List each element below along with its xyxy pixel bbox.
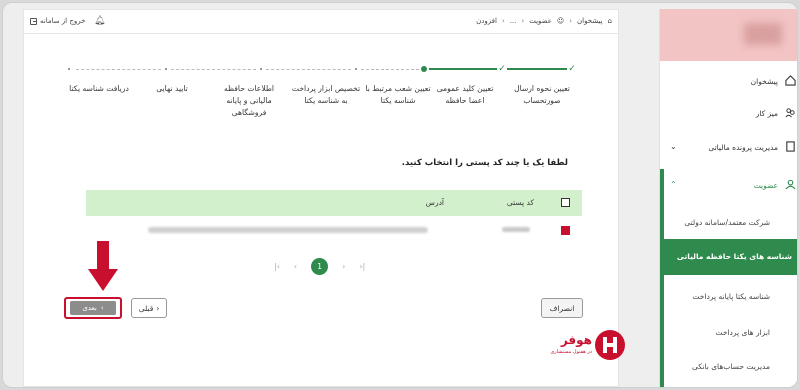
step-label-4: تخصیص ابزار پرداخت به شناسه یکتا: [291, 84, 361, 105]
sidebar-subitem-bank-accounts[interactable]: مدیریت حساب‌های بانکی: [660, 349, 797, 385]
prev-button[interactable]: قبلی ›: [131, 298, 167, 318]
logout-button[interactable]: خروج از سامانه: [30, 17, 85, 25]
step-connector: [266, 69, 351, 70]
stepper: ✓ ✓: [64, 64, 604, 76]
step-check-icon: ✓: [498, 64, 506, 74]
sidebar-subitem-payment-tools[interactable]: ابزار های پرداخت: [660, 315, 797, 351]
sidebar-header-redacted: [660, 9, 797, 61]
sidebar-item-label: میز کار: [755, 109, 778, 118]
user-icon: [785, 179, 796, 190]
row-checkbox[interactable]: [561, 226, 570, 235]
step-connector: [361, 69, 419, 70]
chevron-up-icon: ⌃: [670, 180, 677, 189]
last-page-icon[interactable]: ›|: [359, 262, 365, 271]
step-label-6: تایید نهایی: [156, 84, 188, 93]
step-connector: [429, 68, 497, 70]
app-window: خروج از سامانه 🔔︎ ⌂ پیشخوان ‹ ☺ عضویت ‹ …: [2, 2, 798, 388]
prev-page-icon[interactable]: ‹: [294, 262, 297, 271]
step-pending-icon: [64, 64, 74, 74]
cancel-button[interactable]: انصراف: [541, 298, 583, 318]
step-pending-icon: [256, 64, 266, 74]
pagination: |‹ ‹ 1 › ›|: [274, 256, 365, 276]
sidebar-subitem-label: شرکت معتمد/سامانه دولتی: [684, 218, 770, 227]
breadcrumb-separator-icon: ‹: [521, 17, 525, 25]
step-label-5: اطلاعات حافظه مالیاتی و پایانه فروشگاهی: [223, 84, 275, 117]
sidebar-subitem-trusted-company[interactable]: شرکت معتمد/سامانه دولتی: [660, 205, 797, 241]
sidebar-subitem-label: شناسه های یکتا حافظه مالیاتی: [676, 252, 792, 261]
select-all-checkbox[interactable]: [561, 198, 570, 207]
chevron-down-icon: ⌄: [670, 142, 677, 151]
logout-icon: [30, 17, 37, 25]
next-page-icon[interactable]: ›: [342, 262, 345, 271]
step-pending-icon: [351, 64, 361, 74]
home-icon[interactable]: ⌂: [608, 17, 612, 25]
sidebar-subitem-label: شناسه یکتا پایانه پرداخت: [692, 292, 770, 301]
sidebar-item-membership[interactable]: عضویت ⌃: [660, 167, 797, 205]
document-icon: [786, 141, 795, 152]
brand-logo: هوفر در هفتول مستشاری: [532, 328, 628, 362]
sidebar-subitem-payment-terminal-id[interactable]: شناسه یکتا پایانه پرداخت: [660, 279, 797, 315]
sidebar-item-label: پیشخوان: [750, 77, 778, 86]
main-panel: خروج از سامانه 🔔︎ ⌂ پیشخوان ‹ ☺ عضویت ‹ …: [23, 9, 625, 387]
step-label-1: تعیین نحوه ارسال صورتحساب: [514, 84, 570, 105]
next-button[interactable]: بعدی ‹: [64, 297, 122, 319]
step-label-7: دریافت شناسه یکتا: [69, 84, 129, 93]
profile-blurred: [744, 23, 782, 45]
top-bar: خروج از سامانه 🔔︎ ⌂ پیشخوان ‹ ☺ عضویت ‹ …: [24, 10, 620, 34]
brand-tagline: در هفتول مستشاری: [550, 349, 592, 355]
user-icon: ☺: [556, 17, 565, 25]
sidebar-subitem-label: مدیریت حساب‌های بانکی: [691, 362, 770, 371]
step-connector: [171, 69, 256, 70]
brand-name: هوفر: [560, 333, 592, 347]
page-number-current[interactable]: 1: [311, 257, 329, 275]
table-row[interactable]: [86, 220, 582, 242]
chevron-left-icon: ‹: [100, 304, 104, 312]
breadcrumb-item-ellipsis[interactable]: ...: [510, 17, 517, 25]
step-check-icon: ✓: [568, 64, 576, 74]
next-button-label: بعدی: [82, 304, 97, 312]
red-arrow-annotation: [86, 239, 120, 294]
step-connector: [507, 68, 567, 70]
step-label-2: تعیین کلید عمومی اعضا حافظه: [436, 84, 494, 105]
instruction-text: لطفا یک یا چند کد پستی را انتخاب کنید.: [401, 158, 568, 168]
cancel-button-label: انصراف: [549, 303, 575, 313]
step-current-icon: [419, 64, 429, 74]
sidebar-item-workdesk[interactable]: میز کار: [660, 95, 797, 133]
sidebar-item-tax-file[interactable]: مدیریت پرونده مالیاتی ⌄: [660, 129, 797, 167]
sidebar-subitem-label: ابزار های پرداخت: [715, 328, 770, 337]
breadcrumb-separator-icon: ‹: [569, 17, 573, 25]
breadcrumb-item-membership[interactable]: عضویت: [529, 17, 552, 25]
breadcrumb-item-add: افزودن: [476, 17, 497, 25]
postal-code-cell-blurred: [502, 227, 530, 232]
breadcrumb-item-dashboard[interactable]: پیشخوان: [577, 17, 603, 25]
bell-icon[interactable]: 🔔︎: [94, 16, 105, 26]
breadcrumb-separator-icon: ‹: [501, 17, 505, 25]
chevron-right-icon: ›: [156, 303, 160, 313]
sidebar-subitem-fiscal-memory-ids[interactable]: شناسه های یکتا حافظه مالیاتی: [664, 239, 797, 275]
prev-button-label: قبلی: [138, 303, 154, 313]
table-header: کد پستی آدرس: [86, 190, 582, 216]
brand-mark-icon: [595, 330, 625, 360]
step-pending-icon: [161, 64, 171, 74]
address-cell-blurred: [148, 227, 428, 233]
column-header-address: آدرس: [425, 198, 444, 207]
step-label-3: تعیین شعب مرتبط با شناسه یکتا: [365, 84, 431, 105]
breadcrumb: ⌂ پیشخوان ‹ ☺ عضویت ‹ ... ‹ افزودن: [476, 17, 612, 25]
logout-label: خروج از سامانه: [40, 17, 86, 25]
sidebar-item-label: عضویت: [753, 181, 778, 190]
people-icon: [785, 108, 795, 118]
column-header-postal-code: کد پستی: [506, 198, 534, 207]
step-connector: [76, 69, 161, 70]
first-page-icon[interactable]: |‹: [274, 262, 280, 271]
sidebar: پیشخوان میز کار مدیریت پرونده مالیاتی ⌄ …: [659, 9, 797, 387]
sidebar-item-label: مدیریت پرونده مالیاتی: [708, 143, 778, 152]
home-icon: [785, 75, 796, 86]
